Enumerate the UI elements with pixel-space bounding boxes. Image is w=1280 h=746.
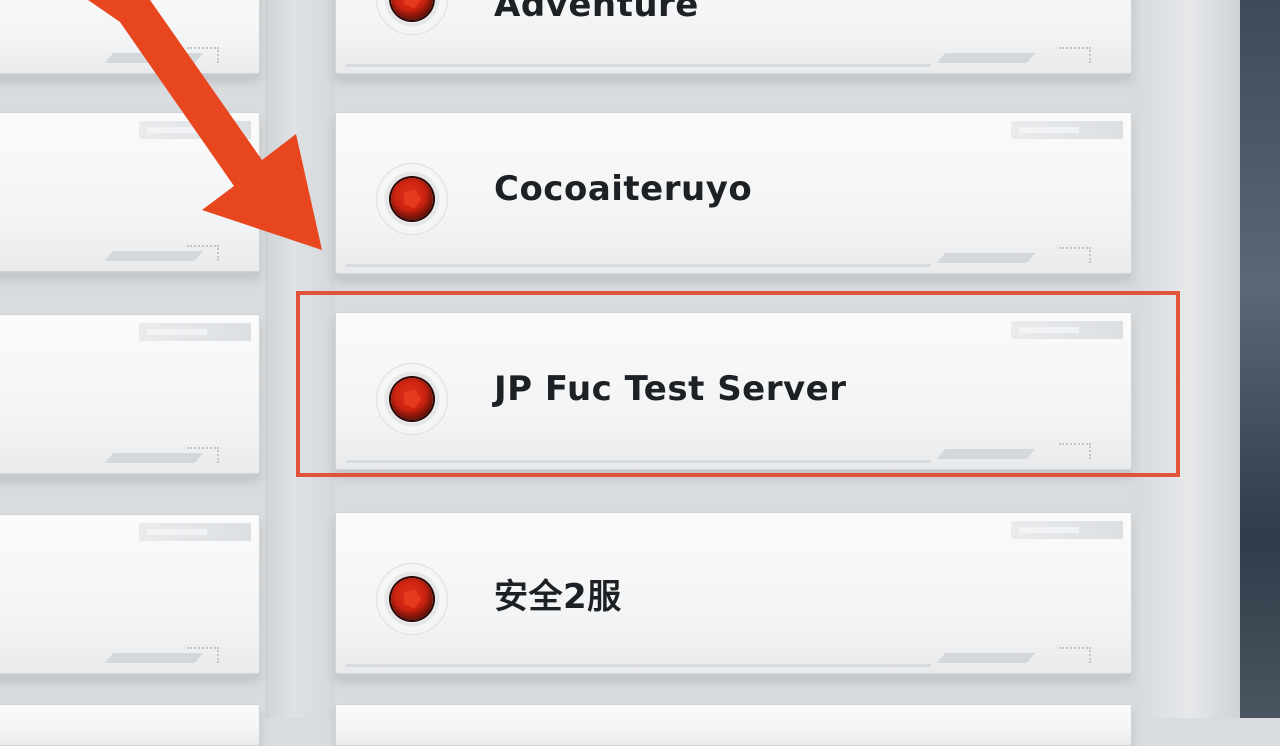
card-dots-decoration xyxy=(1059,647,1091,663)
server-card-adventure[interactable]: Adventure xyxy=(335,0,1132,74)
server-card-cocoaiteruyo[interactable]: Cocoaiteruyo xyxy=(335,112,1132,274)
card-stripe-decoration xyxy=(936,653,1036,663)
card-dots-decoration xyxy=(187,447,219,463)
card-stripe-decoration xyxy=(936,53,1036,63)
card-stripe-decoration xyxy=(936,253,1036,263)
card-tag-decoration xyxy=(1011,121,1123,139)
left-server-card[interactable] xyxy=(0,0,260,74)
server-card-partial[interactable] xyxy=(335,704,1132,746)
server-name: 安全2服 xyxy=(494,577,622,617)
card-base-line xyxy=(346,264,931,267)
selection-highlight-box xyxy=(296,291,1180,477)
server-card-anquan-2[interactable]: 安全2服 xyxy=(335,512,1132,674)
card-dots-decoration xyxy=(187,47,219,63)
card-tag-decoration xyxy=(1011,521,1123,539)
card-base-line xyxy=(346,664,931,667)
left-server-card[interactable] xyxy=(0,112,260,272)
card-dots-decoration xyxy=(1059,247,1091,263)
server-name: Adventure xyxy=(494,0,699,25)
left-server-card[interactable] xyxy=(0,514,260,674)
card-dots-decoration xyxy=(187,647,219,663)
card-base-line xyxy=(346,64,931,67)
card-dots-decoration xyxy=(187,245,219,261)
card-tag-decoration xyxy=(139,121,251,139)
card-tag-decoration xyxy=(139,323,251,341)
red-pentagon-emblem-icon xyxy=(376,163,448,235)
server-name: Cocoaiteruyo xyxy=(494,169,753,209)
left-server-card[interactable] xyxy=(0,314,260,474)
left-server-card[interactable] xyxy=(0,704,260,746)
background-dark-edge xyxy=(1240,0,1280,718)
card-dots-decoration xyxy=(1059,47,1091,63)
red-pentagon-emblem-icon xyxy=(376,0,448,35)
card-tag-decoration xyxy=(139,523,251,541)
red-pentagon-emblem-icon xyxy=(376,563,448,635)
